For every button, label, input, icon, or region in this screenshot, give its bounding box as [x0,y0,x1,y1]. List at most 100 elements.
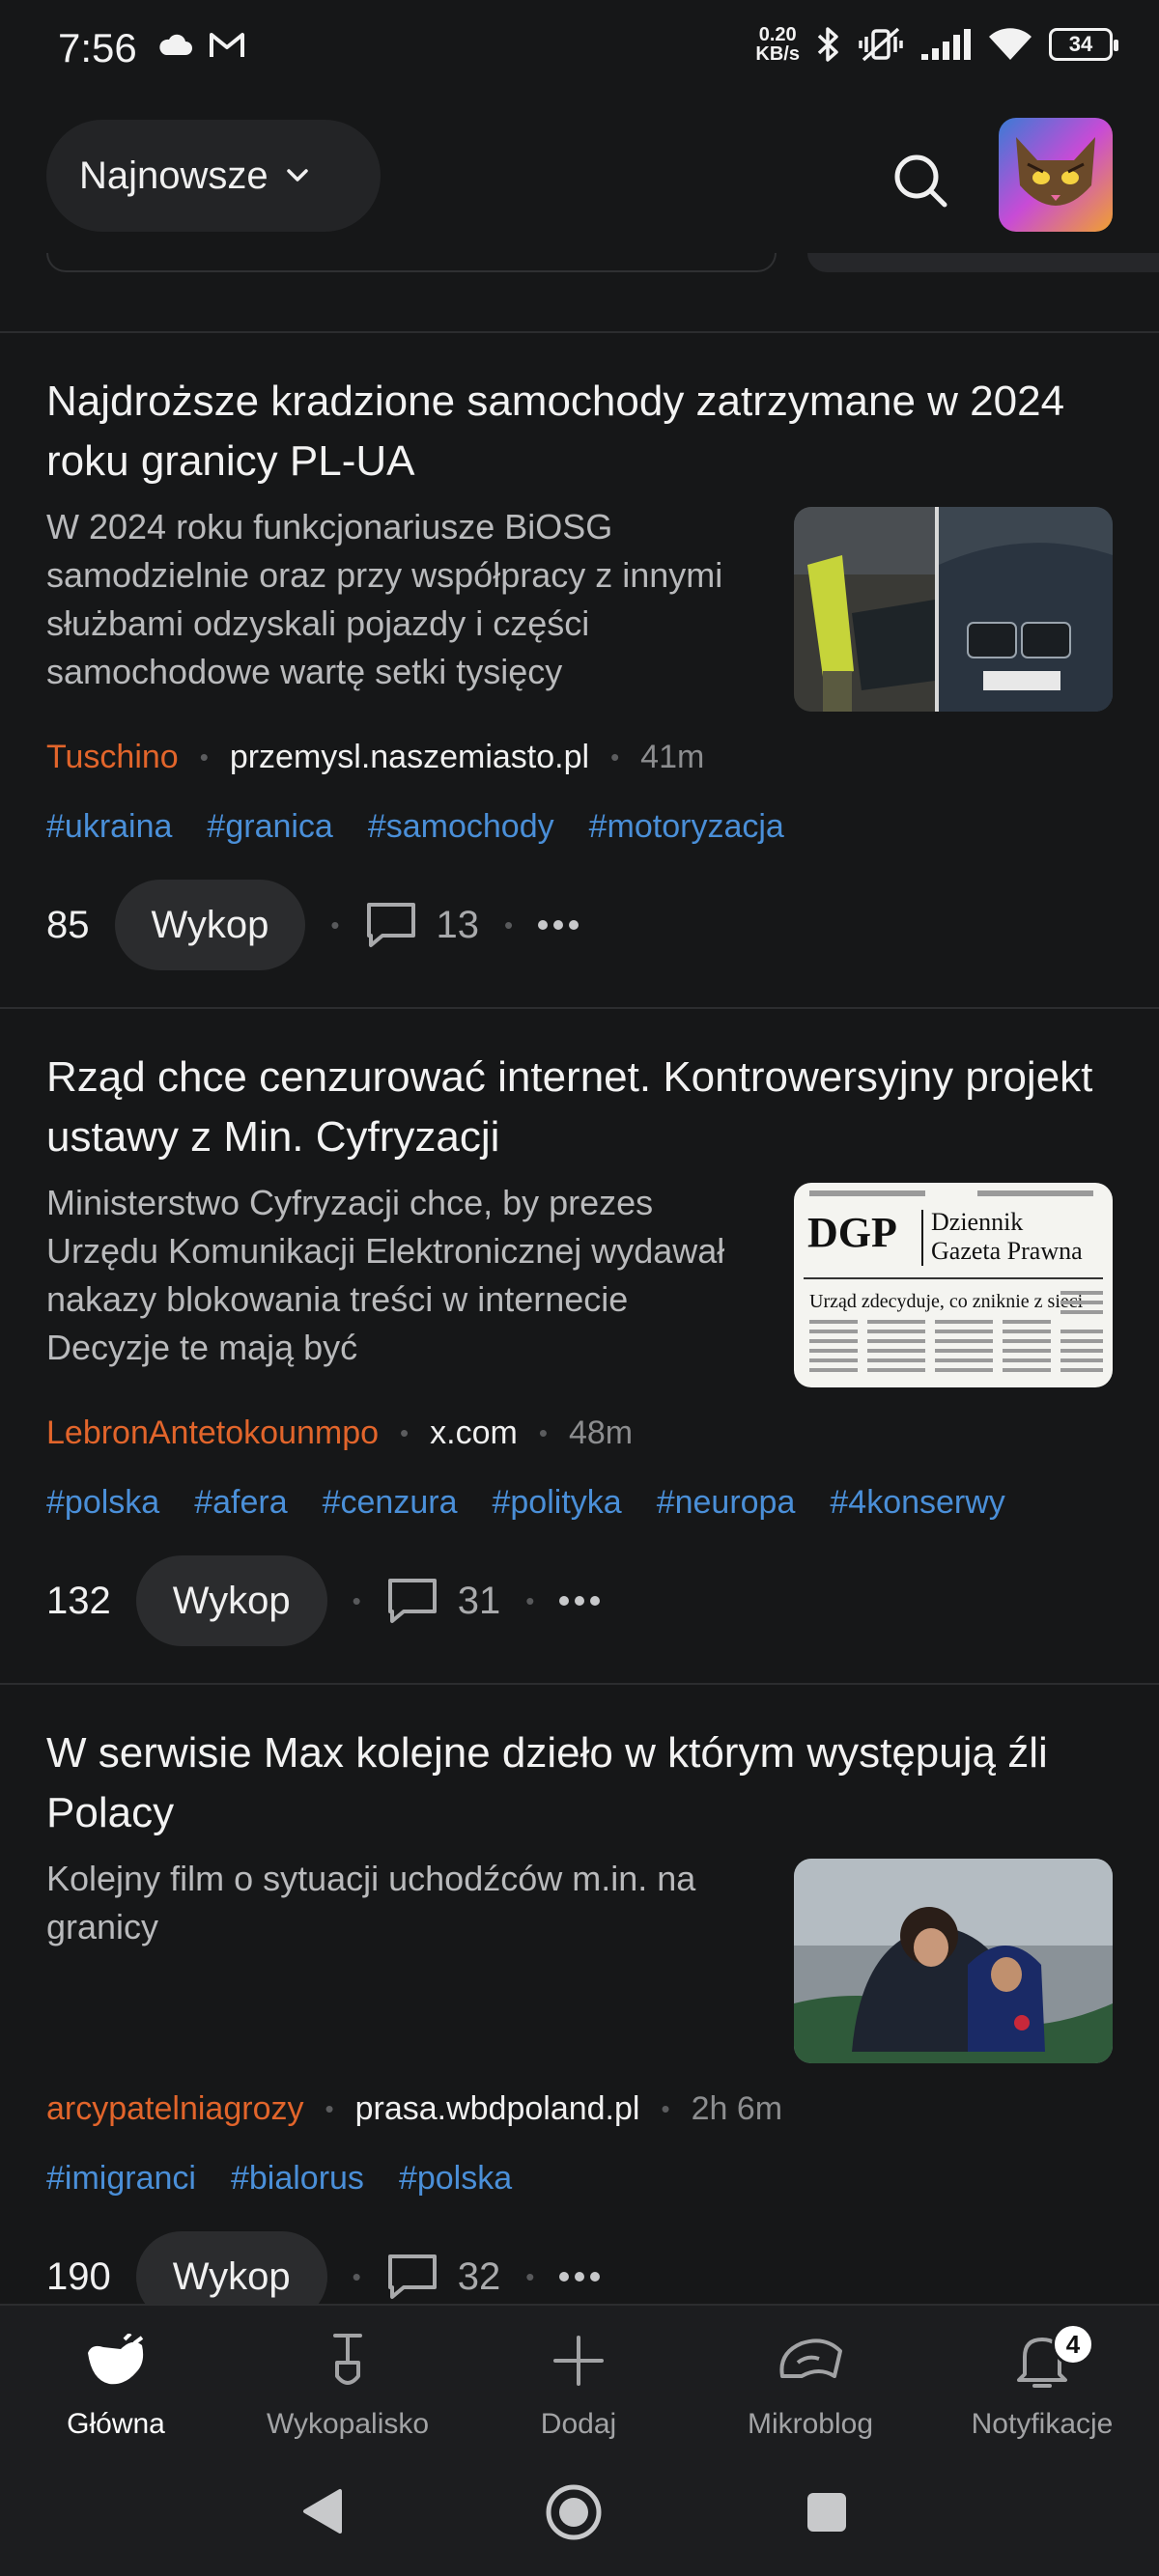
nav-item-home[interactable]: Główna [10,2327,222,2441]
sort-label: Najnowsze [79,154,269,197]
author-link[interactable]: arcypatelniagrozy [46,2090,303,2128]
article-thumbnail[interactable] [794,507,1113,712]
bluetooth-icon [817,27,838,62]
comments-button[interactable]: 13 [365,901,480,949]
status-left-icons [158,31,245,60]
more-options-icon[interactable] [559,1596,601,1606]
separator-dot: • [525,1585,535,1615]
top-bar: Najnowsze [0,100,1159,255]
separator-dot: • [504,910,514,939]
article-meta: LebronAntetokounmpo • x.com • 48m [46,1414,633,1452]
wifi-icon [989,28,1032,60]
article-thumbnail[interactable] [794,1859,1113,2063]
tag-link[interactable]: #imigranci [46,2160,196,2198]
search-icon[interactable] [887,147,954,214]
article-actions: 85 Wykop • 13 • [46,880,580,970]
tag-link[interactable]: #polityka [492,1484,621,1522]
separator-dot: • [610,742,620,771]
tag-link[interactable]: #granica [207,808,332,846]
tag-link[interactable]: #polska [46,1484,159,1522]
nav-label: Notyfikacje [971,2408,1114,2440]
nav-item-notifications[interactable]: 4 Notyfikacje [936,2323,1148,2441]
article-thumbnail[interactable]: DGP Dziennik Gazeta Prawna Urząd zdecydu… [794,1183,1113,1387]
battery-icon: 34 [1049,28,1118,61]
author-link[interactable]: Tuschino [46,739,179,776]
sort-dropdown[interactable]: Najnowsze [46,120,381,232]
back-icon[interactable] [301,2487,344,2535]
shovel-icon [333,2334,362,2385]
article-actions: 132 Wykop • 31 • [46,1555,601,1646]
tag-link[interactable]: #afera [194,1484,287,1522]
notification-badge: 4 [1052,2323,1094,2366]
divider [0,1683,1159,1685]
comments-button[interactable]: 32 [386,2253,501,2301]
nav-label: Główna [67,2408,165,2440]
article-description: Kolejny film o sytuacji uchodźców m.in. … [46,1859,696,1946]
nav-item-microblog[interactable]: Mikroblog [704,2327,917,2441]
separator-dot: • [400,1418,410,1447]
source-link[interactable]: x.com [430,1414,518,1452]
nav-item-digs[interactable]: Wykopalisko [241,2327,454,2441]
signal-icon [921,29,971,60]
newspaper-columns [804,1190,1103,1372]
status-bar: 7:56 0.20 KB/s 34 [0,0,1159,100]
source-link[interactable]: przemysl.naszemiasto.pl [230,739,589,776]
nav-label: Dodaj [540,2408,617,2440]
microblog-icon [779,2338,842,2378]
home-circle-icon[interactable] [545,2483,603,2541]
chevron-down-icon [286,169,308,182]
refugees-photo [794,1859,1113,2063]
previous-card-edge [46,253,777,272]
separator-dot: • [352,2261,361,2291]
tag-link[interactable]: #bialorus [231,2160,364,2198]
article-title[interactable]: Najdroższe kradzione samochody zatrzyman… [46,372,1118,491]
netspeed-value: 0.20 [758,24,797,45]
recents-icon[interactable] [806,2491,848,2534]
avatar[interactable] [999,118,1113,232]
wykop-button[interactable]: Wykop [114,880,306,970]
comment-icon [366,903,415,947]
article-meta: Tuschino • przemysl.naszemiasto.pl • 41m [46,739,704,776]
source-link[interactable]: prasa.wbdpoland.pl [355,2090,640,2128]
more-options-icon[interactable] [559,2272,601,2282]
author-link[interactable]: LebronAntetokounmpo [46,1414,379,1452]
system-navigation-bar [0,2449,1159,2576]
divider [0,331,1159,333]
tag-link[interactable]: #ukraina [46,808,172,846]
nav-item-add[interactable]: Dodaj [472,2327,685,2441]
article-description: Ministerstwo Cyfryzacji chce, by prezes … [46,1183,725,1367]
article-title[interactable]: W serwisie Max kolejne dzieło w którym w… [46,1723,1118,1843]
comments-button[interactable]: 31 [386,1577,501,1625]
status-right-icons: 0.20 KB/s 34 [755,25,1118,64]
cloud-icon [159,34,192,55]
tag-link[interactable]: #4konserwy [830,1484,1004,1522]
tag-link[interactable]: #polska [399,2160,512,2198]
time-ago: 48m [568,1414,634,1451]
article-title[interactable]: Rząd chce cenzurować internet. Kontrower… [46,1048,1118,1167]
comment-count: 32 [457,2254,501,2298]
comment-icon [387,2254,437,2299]
cat-avatar-icon [1016,137,1095,206]
nav-label: Wykopalisko [266,2408,430,2440]
netspeed-unit: KB/s [755,43,800,65]
vote-count: 190 [46,2254,111,2298]
vibrate-off-icon [859,27,903,62]
separator-dot: • [325,2094,334,2123]
comment-count: 31 [457,1579,501,1622]
tag-link[interactable]: #neuropa [657,1484,796,1522]
separator-dot: • [538,1418,548,1447]
more-options-icon[interactable] [538,920,580,930]
tag-link[interactable]: #samochody [368,808,554,846]
tag-link[interactable]: #motoryzacja [589,808,784,846]
vote-count: 85 [46,903,90,946]
divider [0,1007,1159,1009]
tag-link[interactable]: #cenzura [323,1484,458,1522]
wykop-button[interactable]: Wykop [135,1555,327,1646]
tag-list: #polska #afera #cenzura #polityka #neuro… [46,1484,1005,1522]
comment-count: 13 [436,903,480,946]
status-time: 7:56 [58,25,137,70]
article-description: W 2024 roku funkcjonariusze BiOSG samodz… [46,507,723,691]
bottom-navigation: Główna Wykopalisko Dodaj Mikroblog 4 Not… [0,2304,1159,2450]
netspeed: 0.20 KB/s [755,25,800,64]
gmail-icon [210,33,244,57]
